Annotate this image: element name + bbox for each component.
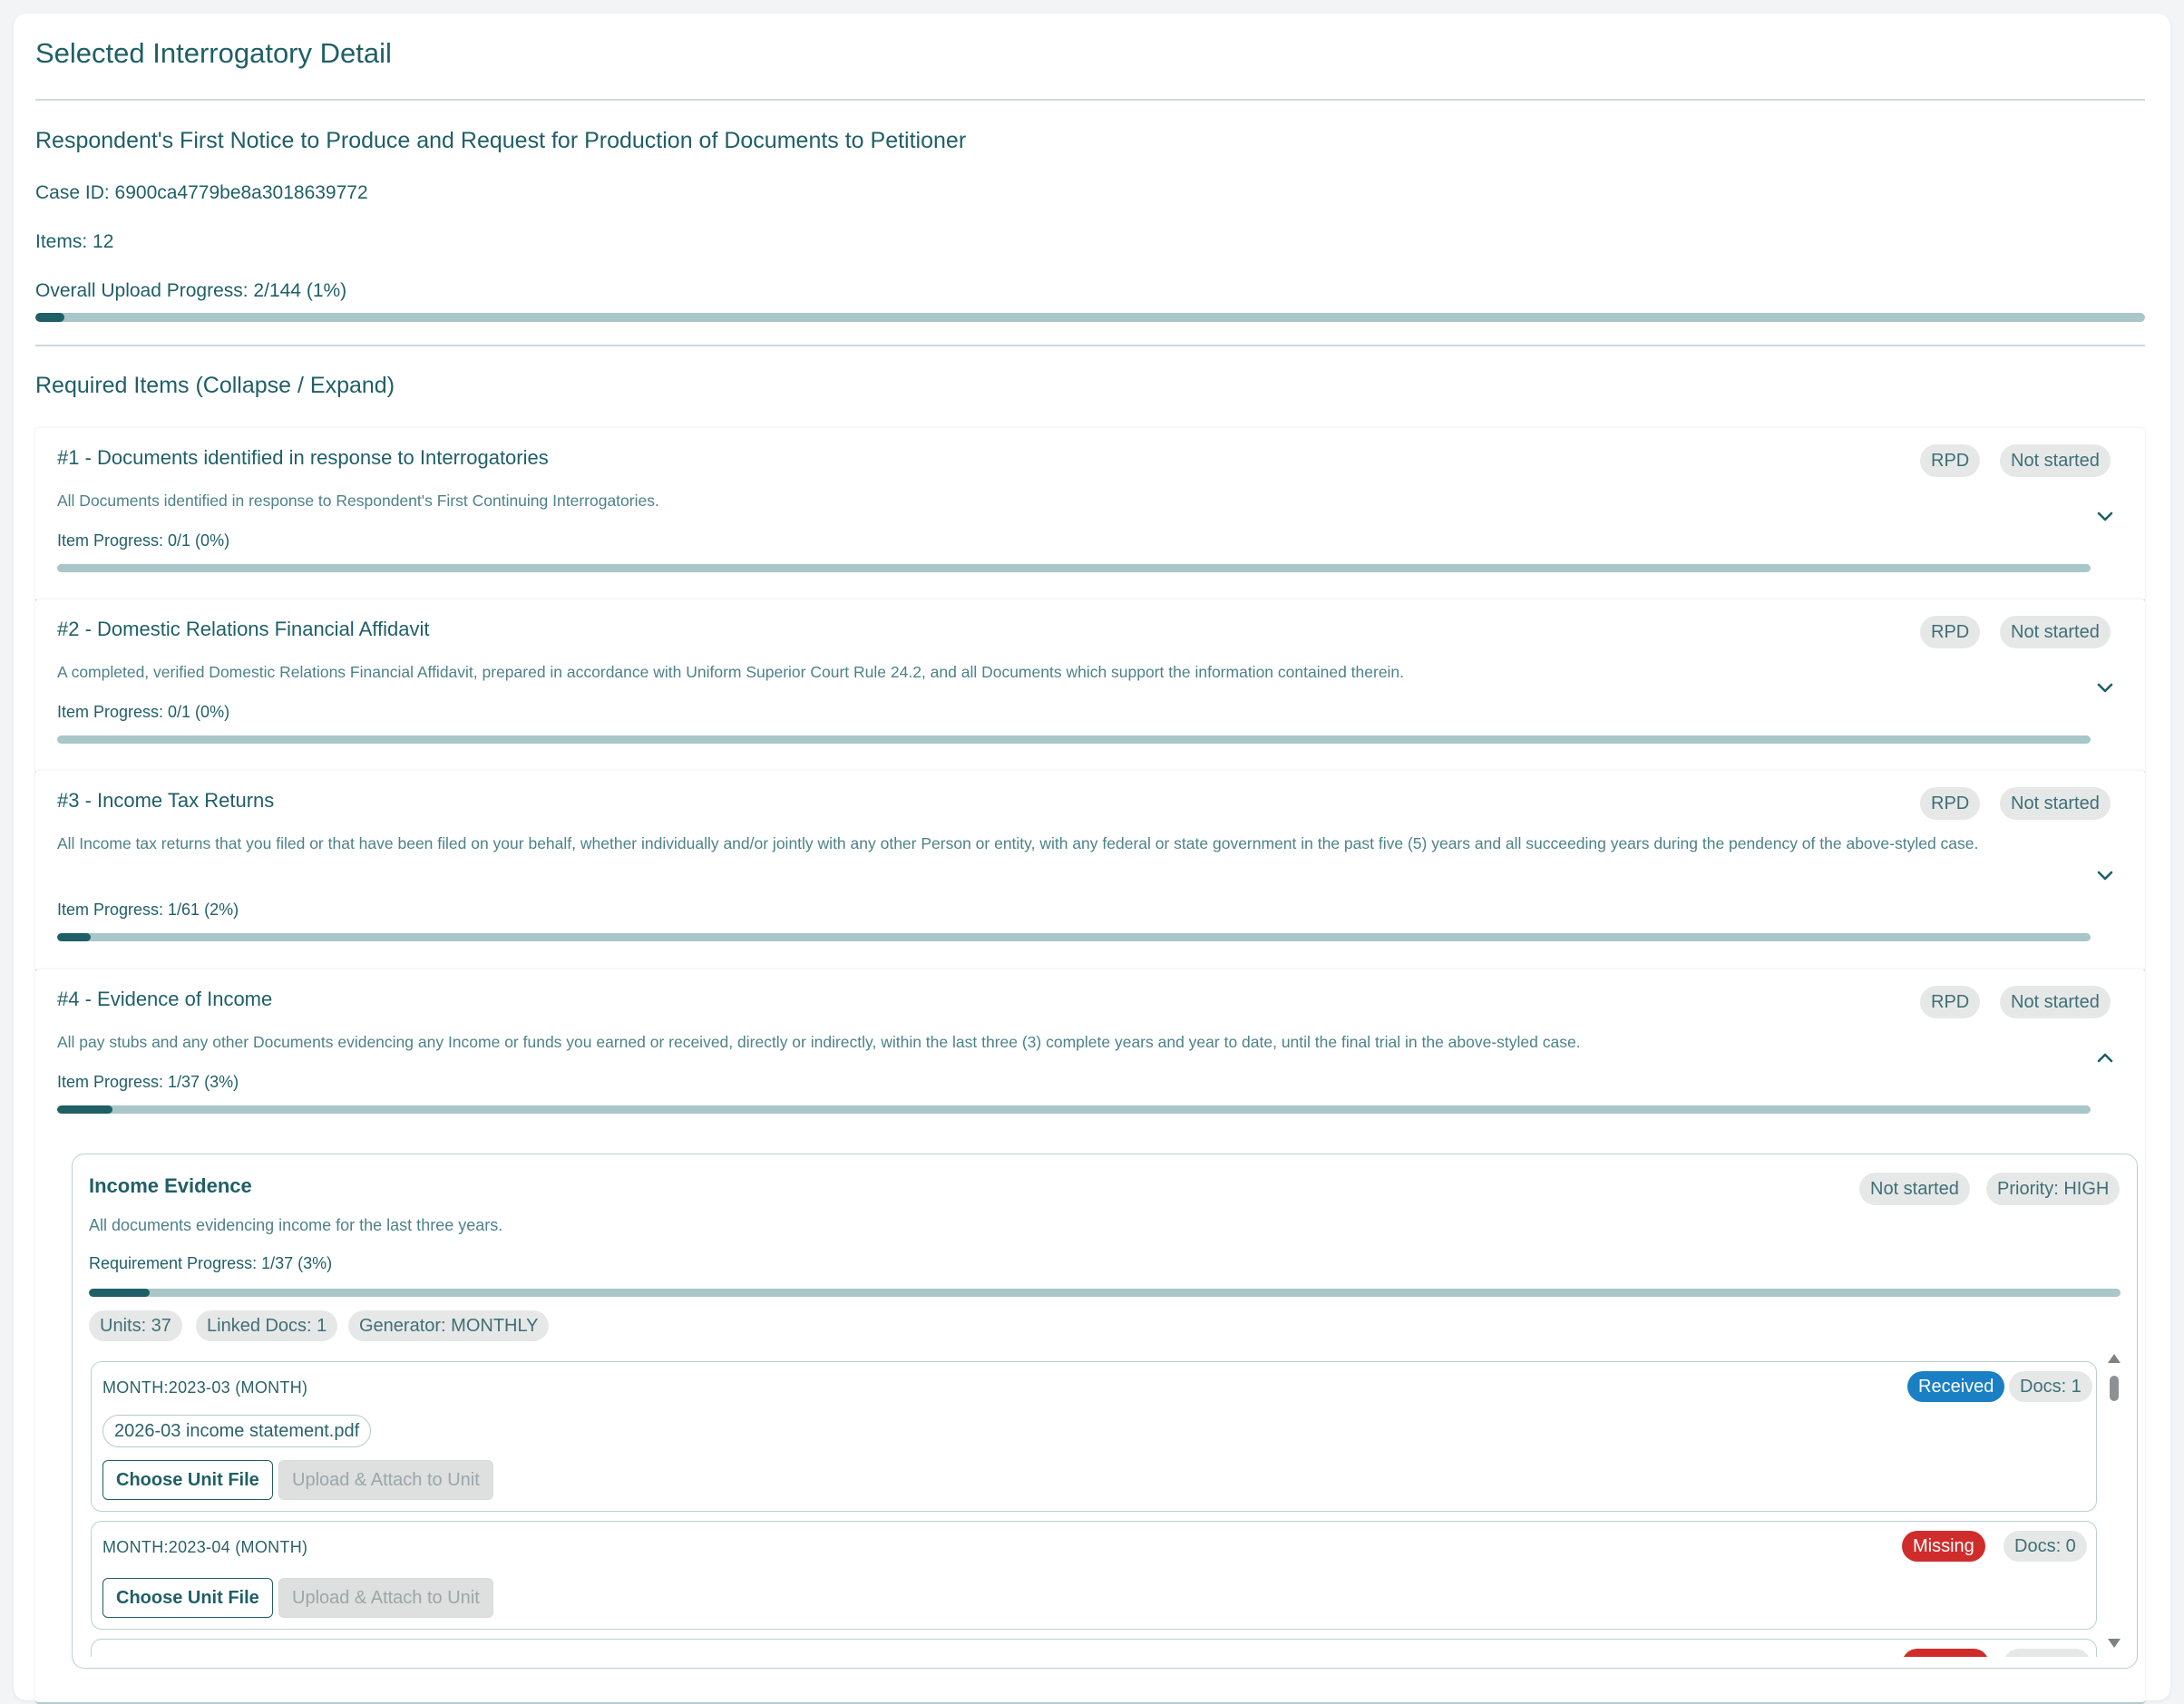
requirement-progress-fill xyxy=(89,1289,151,1297)
items-count: Items: 12 xyxy=(35,231,114,252)
unit-status-badge: Received xyxy=(1907,1371,2005,1402)
item-description: All Income tax returns that you filed or… xyxy=(57,834,1979,852)
unit-docs-badge: Docs: 1 xyxy=(2009,1371,2092,1402)
unit-docs-badge xyxy=(2004,1649,2091,1657)
overall-progress-label: Overall Upload Progress: 2/144 (1%) xyxy=(35,280,347,301)
item-progress-bar xyxy=(57,1105,2091,1114)
item-tag-badge: RPD xyxy=(1920,616,1981,648)
required-item-card[interactable]: #3 - Income Tax Returns RPD Not started … xyxy=(35,771,2145,972)
interrogatory-detail-panel: Selected Interrogatory Detail Respondent… xyxy=(14,14,2170,1704)
required-item-card[interactable]: #1 - Documents identified in response to… xyxy=(35,428,2145,602)
units-count-badge: Units: 37 xyxy=(89,1310,182,1341)
chevron-down-icon[interactable] xyxy=(2094,506,2116,528)
divider xyxy=(35,99,2145,101)
requirement-status-badge: Not started xyxy=(1859,1173,1970,1205)
requirement-card: Income Evidence Not started Priority: HI… xyxy=(72,1154,2138,1669)
divider xyxy=(35,345,2145,346)
item-description: All Documents identified in response to … xyxy=(57,492,659,510)
item-status-badge: Not started xyxy=(2000,616,2111,648)
scrollbar-thumb[interactable] xyxy=(2110,1376,2119,1401)
item-status-badge: Not started xyxy=(2000,444,2111,477)
item-progress-bar xyxy=(57,933,2091,941)
page-title: Selected Interrogatory Detail xyxy=(35,37,392,69)
linked-docs-badge: Linked Docs: 1 xyxy=(196,1310,338,1341)
requirement-description: All documents evidencing income for the … xyxy=(89,1216,503,1234)
required-item-card[interactable]: #2 - Domestic Relations Financial Affida… xyxy=(35,599,2145,774)
item-title: #3 - Income Tax Returns xyxy=(57,789,275,812)
item-title: #1 - Documents identified in response to… xyxy=(57,446,549,469)
overall-progress-bar xyxy=(35,313,2145,322)
scroll-up-arrow-icon[interactable] xyxy=(2108,1354,2121,1363)
item-title: #2 - Domestic Relations Financial Affida… xyxy=(57,618,430,640)
choose-unit-file-button[interactable]: Choose Unit File xyxy=(102,1578,273,1618)
unit-row: MONTH:2023-04 (MONTH) Missing Docs: 0 Ch… xyxy=(91,1521,2097,1630)
item-progress-bar xyxy=(57,564,2091,572)
attached-file-chip[interactable]: 2026-03 income statement.pdf xyxy=(102,1415,372,1447)
item-progress-label: Item Progress: 0/1 (0%) xyxy=(57,703,230,721)
item-progress-fill xyxy=(57,1105,112,1114)
requirement-progress-bar xyxy=(89,1289,2121,1297)
item-progress-label: Item Progress: 1/37 (3%) xyxy=(57,1073,239,1091)
chevron-down-icon[interactable] xyxy=(2094,677,2116,699)
overall-progress-fill xyxy=(35,313,65,322)
required-items-heading[interactable]: Required Items (Collapse / Expand) xyxy=(35,373,395,399)
unit-status-badge xyxy=(1902,1649,1989,1657)
requirement-progress-label: Requirement Progress: 1/37 (3%) xyxy=(89,1254,333,1272)
item-description: All pay stubs and any other Documents ev… xyxy=(57,1033,1581,1051)
requirement-priority-badge: Priority: HIGH xyxy=(1986,1173,2121,1205)
item-description: A completed, verified Domestic Relations… xyxy=(57,663,1405,681)
upload-attach-button[interactable]: Upload & Attach to Unit xyxy=(278,1578,493,1618)
unit-label: MONTH:2023-03 (MONTH) xyxy=(102,1378,308,1397)
choose-unit-file-button[interactable]: Choose Unit File xyxy=(102,1460,273,1500)
item-progress-label: Item Progress: 0/1 (0%) xyxy=(57,531,230,550)
requirement-title: Income Evidence xyxy=(89,1174,252,1197)
unit-list[interactable]: MONTH:2023-03 (MONTH) Received Docs: 1 2… xyxy=(73,1345,2104,1657)
scroll-down-arrow-icon[interactable] xyxy=(2108,1639,2121,1648)
item-progress-fill xyxy=(57,933,91,941)
item-progress-bar xyxy=(57,735,2091,744)
item-tag-badge: RPD xyxy=(1920,787,1981,820)
case-id: Case ID: 6900ca4779be8a3018639772 xyxy=(35,182,368,203)
unit-label: MONTH:2023-04 (MONTH) xyxy=(102,1538,308,1556)
item-status-badge: Not started xyxy=(2000,986,2111,1018)
unit-row: MONTH:2023-03 (MONTH) Received Docs: 1 2… xyxy=(91,1361,2097,1512)
item-status-badge: Not started xyxy=(2000,787,2111,820)
item-progress-label: Item Progress: 1/61 (2%) xyxy=(57,901,239,919)
unit-list-scrollbar[interactable] xyxy=(2104,1354,2122,1655)
upload-attach-button[interactable]: Upload & Attach to Unit xyxy=(278,1460,493,1500)
unit-row xyxy=(91,1639,2097,1657)
generator-badge: Generator: MONTHLY xyxy=(348,1310,550,1341)
item-title: #4 - Evidence of Income xyxy=(57,988,273,1010)
chevron-down-icon[interactable] xyxy=(2094,865,2116,887)
item-tag-badge: RPD xyxy=(1920,444,1981,477)
chevron-up-icon[interactable] xyxy=(2094,1047,2116,1069)
request-title: Respondent's First Notice to Produce and… xyxy=(35,128,967,153)
item-tag-badge: RPD xyxy=(1920,986,1981,1018)
unit-status-badge: Missing xyxy=(1902,1531,1985,1562)
unit-docs-badge: Docs: 0 xyxy=(2004,1531,2087,1562)
